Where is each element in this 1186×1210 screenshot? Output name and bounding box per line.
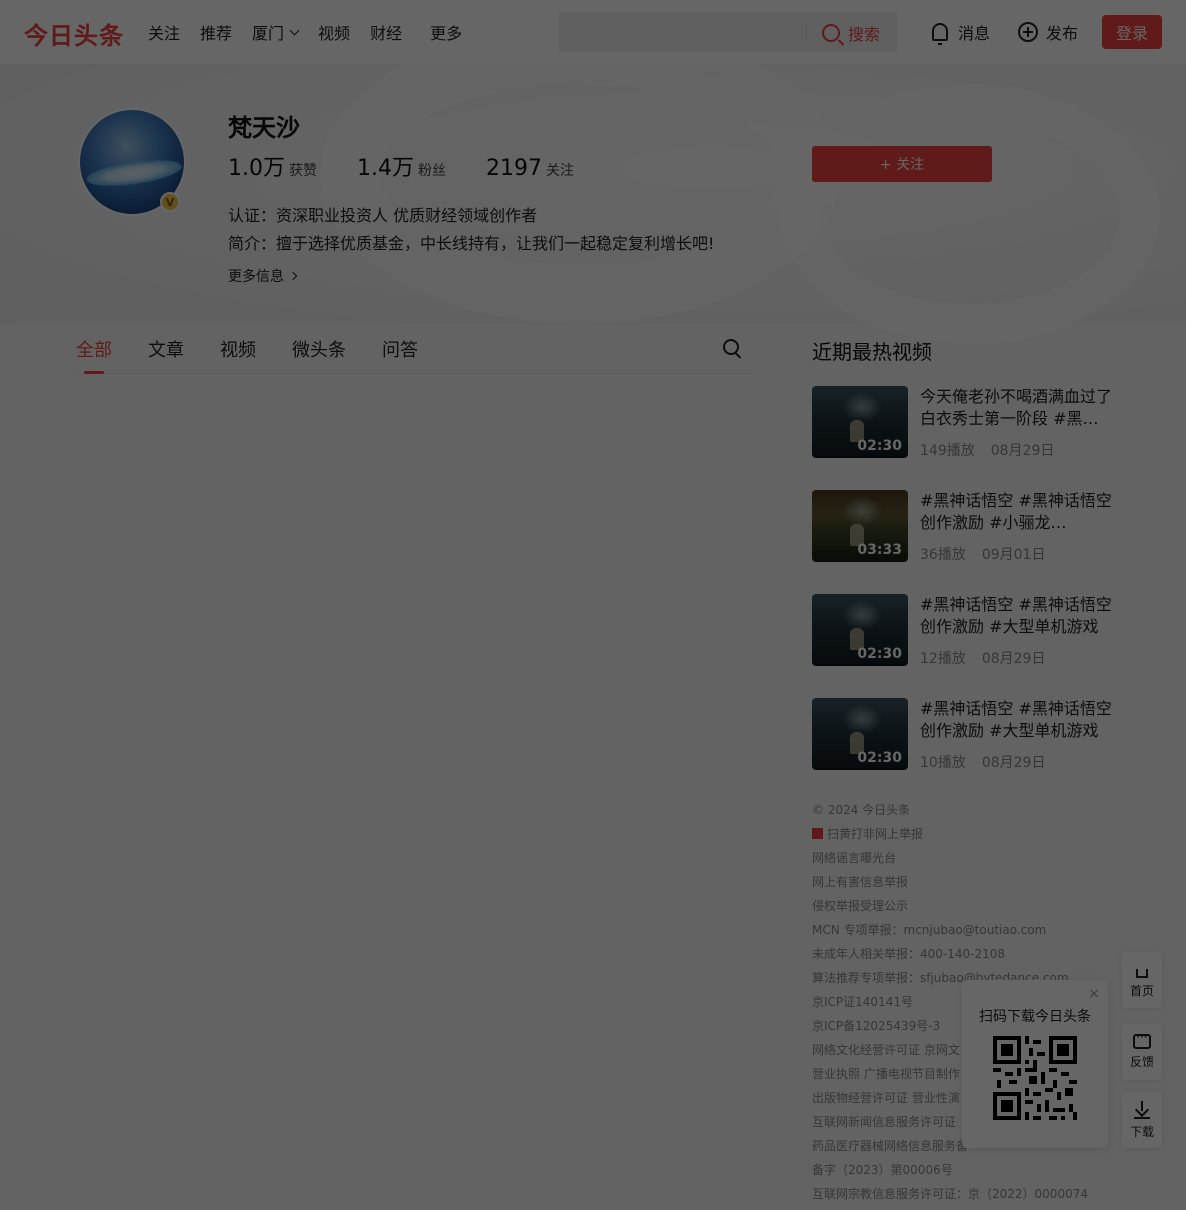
side-home-button[interactable]: 首页	[1122, 952, 1162, 1008]
chevron-down-icon	[289, 25, 300, 35]
messages-button[interactable]: 消息	[932, 20, 990, 45]
nav-item-more[interactable]: 更多	[430, 20, 462, 44]
footer-link[interactable]: 网络文化经营许可证 京网文	[812, 1041, 960, 1058]
more-info-link[interactable]: 更多信息	[228, 266, 298, 286]
nav-item-recommend[interactable]: 推荐	[200, 20, 232, 44]
video-title[interactable]: 今天俺老孙不喝酒满血过了白衣秀士第一阶段 #黑神话悟空	[920, 386, 1112, 430]
footer-link-report[interactable]: 扫黄打非网上举报	[812, 825, 923, 842]
footer-link[interactable]: 网络谣言曝光台	[812, 849, 896, 866]
qr-title: 扫码下载今日头条	[979, 1009, 1091, 1025]
search-input[interactable]	[570, 20, 800, 44]
video-thumbnail[interactable]: 03:33	[812, 490, 908, 562]
video-thumbnail[interactable]: 02:30	[812, 698, 908, 770]
content-tabs: 全部 文章 视频 微头条 问答	[76, 336, 752, 374]
nav-item-finance[interactable]: 财经	[370, 20, 402, 44]
footer-link[interactable]: 出版物经营许可证 营业性演	[812, 1089, 960, 1106]
active-tab-indicator	[84, 371, 104, 374]
video-meta: 10播放 08月29日	[920, 755, 1046, 771]
video-duration: 02:30	[857, 646, 902, 662]
video-item[interactable]: 02:30 #黑神话悟空 #黑神话悟空创作激励 #大型单机游戏 12播放 08月2…	[812, 594, 1112, 667]
footer-link[interactable]: 营业执照 广播电视节目制作	[812, 1065, 960, 1082]
video-thumbnail[interactable]: 02:30	[812, 594, 908, 666]
verified-badge-icon: V	[160, 192, 180, 212]
qr-download-popup: × 扫码下载今日头条	[962, 980, 1108, 1148]
video-item[interactable]: 02:30 今天俺老孙不喝酒满血过了白衣秀士第一阶段 #黑神话悟空 149播放0…	[812, 386, 1112, 459]
footer-link[interactable]: 侵权举报受理公示	[812, 897, 908, 914]
video-meta: 12播放 08月29日	[920, 651, 1046, 667]
footer-text: 备字（2023）第00006号	[812, 1163, 953, 1177]
profile-name: 梵天沙	[228, 114, 300, 142]
search-box: 搜索	[558, 12, 898, 52]
video-item[interactable]: 02:30 #黑神话悟空 #黑神话悟空创作激励 #大型单机游戏 10播放 08月2…	[812, 698, 1112, 771]
video-duration: 02:30	[857, 750, 902, 766]
chevron-right-icon	[288, 271, 298, 281]
side-download-button[interactable]: 下载	[1122, 1092, 1162, 1148]
tab-search-icon[interactable]	[722, 338, 742, 359]
footer-text: MCN 专项举报：mcnjubao@toutiao.com	[812, 923, 1047, 937]
tab-articles[interactable]: 文章	[148, 336, 184, 362]
footer-link[interactable]: 京ICP证140141号	[812, 993, 913, 1010]
search-divider	[806, 24, 807, 40]
plus-circle-icon	[1018, 22, 1038, 42]
video-meta: 149播放 08月29日	[920, 443, 1055, 459]
stat-fans[interactable]: 1.4万 粉丝	[357, 150, 446, 182]
top-header: 今日头条 关注 推荐 厦门 视频 财经 更多 搜索 消息 发布 登录	[0, 0, 1186, 64]
profile-banner	[0, 24, 1186, 344]
footer-link[interactable]: 网上有害信息举报	[812, 873, 908, 890]
copyright: © 2024 今日头条	[812, 803, 911, 817]
video-item[interactable]: 03:33 #黑神话悟空 #黑神话悟空创作激励 #小骊龙 #steam 36播放…	[812, 490, 1112, 563]
video-title[interactable]: #黑神话悟空 #黑神话悟空创作激励 #大型单机游戏	[920, 698, 1112, 742]
search-button[interactable]: 搜索	[822, 21, 880, 45]
top-nav: 关注 推荐 厦门 视频 财经 更多	[148, 20, 482, 44]
stat-following[interactable]: 2197 关注	[486, 156, 574, 181]
footer-link[interactable]: 互联网新闻信息服务许可证	[812, 1113, 956, 1130]
download-icon	[1133, 1100, 1151, 1119]
video-title[interactable]: #黑神话悟空 #黑神话悟空创作激励 #大型单机游戏	[920, 594, 1112, 638]
side-feedback-button[interactable]: 反馈	[1122, 1024, 1162, 1080]
video-duration: 02:30	[857, 438, 902, 454]
follow-button[interactable]: + 关注	[812, 146, 992, 182]
qr-code	[993, 1036, 1077, 1120]
certification-text: 认证：资深职业投资人 优质财经领域创作者	[228, 206, 538, 225]
toutiao-logo[interactable]: 今日头条	[24, 16, 124, 51]
stat-likes: 1.0万 获赞	[228, 156, 317, 181]
close-icon[interactable]: ×	[1088, 986, 1100, 1002]
footer-link[interactable]: 互联网宗教信息服务许可证：京（2022）0000074	[812, 1185, 1088, 1202]
tab-videos[interactable]: 视频	[220, 336, 256, 362]
footer-link[interactable]: 药品医疗器械网络信息服务备	[812, 1137, 968, 1154]
intro-text: 简介：擅于选择优质基金，中长线持有，让我们一起稳定复利增长吧!	[228, 234, 715, 253]
profile-stats: 1.0万 获赞 1.4万 粉丝 2197 关注	[228, 150, 614, 182]
publish-button[interactable]: 发布	[1018, 20, 1078, 44]
report-icon	[812, 828, 823, 839]
feedback-icon	[1133, 1030, 1151, 1049]
nav-item-city[interactable]: 厦门	[252, 20, 300, 44]
tab-qa[interactable]: 问答	[382, 336, 418, 362]
search-icon	[822, 24, 840, 42]
video-title[interactable]: #黑神话悟空 #黑神话悟空创作激励 #小骊龙 #steam	[920, 490, 1112, 534]
tab-all[interactable]: 全部	[76, 336, 112, 362]
nav-item-follow[interactable]: 关注	[148, 20, 180, 44]
tab-micro-posts[interactable]: 微头条	[292, 336, 346, 362]
video-meta: 36播放 09月01日	[920, 547, 1046, 563]
video-thumbnail[interactable]: 02:30	[812, 386, 908, 458]
footer-link[interactable]: 京ICP备12025439号-3	[812, 1017, 940, 1034]
hot-videos-title: 近期最热视频	[812, 340, 932, 364]
bell-icon	[932, 23, 948, 45]
page: 今日头条 关注 推荐 厦门 视频 财经 更多 搜索 消息 发布 登录 V 梵天沙…	[0, 0, 1186, 1210]
home-icon	[1134, 962, 1150, 978]
footer-text: 未成年人相关举报：400-140-2108	[812, 947, 1006, 961]
video-duration: 03:33	[857, 542, 902, 558]
nav-item-video[interactable]: 视频	[318, 20, 350, 44]
login-button[interactable]: 登录	[1102, 15, 1162, 49]
